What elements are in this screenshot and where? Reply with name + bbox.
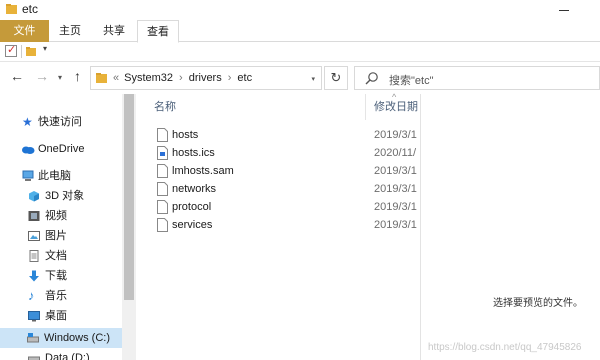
file-row-services[interactable]: services 2019/3/1 [136,216,420,234]
breadcrumb-overflow[interactable]: « [113,72,119,84]
file-row-lmhosts-sam[interactable]: lmhosts.sam 2019/3/1 [136,162,420,180]
window-title: etc [22,2,39,16]
file-row-hosts-ics[interactable]: hosts.ics 2020/11/ [136,144,420,162]
up-arrow-icon[interactable]: ↑ [74,68,81,84]
title-bar: etc [0,0,600,20]
ics-file-icon [157,146,168,160]
back-arrow-icon[interactable]: ← [10,68,24,84]
forward-arrow-icon[interactable]: → [35,68,49,84]
address-row: ← → ▾ ↑ « System32 › drivers › etc ▾ ↻ 搜索"etc… [0,62,600,94]
desktop-icon [28,311,40,322]
minimize-button[interactable] [552,0,576,20]
sidebar-item-music[interactable]: ♪ 音乐 [28,286,120,306]
sidebar-item-onedrive[interactable]: OneDrive [22,139,120,159]
sidebar-item-pictures[interactable]: 图片 [28,226,120,246]
recent-locations-dropdown-icon[interactable]: ▾ [58,73,62,82]
new-folder-icon[interactable] [26,46,36,57]
quick-access-toolbar: ▾ [0,42,600,62]
tab-view[interactable]: 查看 [137,20,179,43]
tab-home[interactable]: 主页 [49,20,91,42]
address-bar[interactable]: « System32 › drivers › etc ▾ [90,66,322,90]
sidebar-item-windows-c[interactable]: Windows (C:) [0,328,122,348]
search-box[interactable]: 搜索"etc" [354,66,600,90]
drive-icon [28,356,40,360]
sidebar-item-3d-objects[interactable]: 3D 对象 [28,186,120,206]
breadcrumb: « System32 › drivers › etc [113,72,252,84]
scrollbar-thumb[interactable] [124,94,134,300]
sidebar-item-quick-access[interactable]: ★ 快速访问 [22,112,120,132]
file-list: ^ 名称 修改日期 hosts 2019/3/1 hosts.ics 2020/… [136,92,420,360]
preview-pane: 选择要预览的文件。 [420,94,600,360]
breadcrumb-etc[interactable]: etc [237,72,252,84]
star-icon: ★ [22,115,33,129]
ribbon-tabs: 文件 主页 共享 查看 [0,20,600,43]
computer-icon [22,170,34,181]
chevron-right-icon[interactable]: › [179,72,183,84]
file-icon [157,128,168,142]
column-header-date[interactable]: 修改日期 [374,94,420,120]
tab-share[interactable]: 共享 [93,20,135,42]
cloud-icon [22,146,35,154]
sidebar-item-videos[interactable]: 视频 [28,206,120,226]
watermark: https://blog.csdn.net/qq_47945826 [428,342,582,353]
breadcrumb-system32[interactable]: System32 [124,72,173,84]
video-icon [28,211,40,221]
address-dropdown-icon[interactable]: ▾ [311,75,315,83]
preview-message: 选择要预览的文件。 [493,298,583,309]
sidebar-item-data-d[interactable]: Data (D:) [28,348,120,360]
music-icon: ♪ [28,288,35,303]
search-placeholder: 搜索"etc" [389,75,434,87]
properties-check-icon[interactable] [5,43,17,57]
file-icon [157,164,168,178]
sidebar-scrollbar[interactable] [122,94,136,360]
refresh-button[interactable]: ↻ [324,66,348,90]
file-row-protocol[interactable]: protocol 2019/3/1 [136,198,420,216]
file-icon [157,218,168,232]
download-icon [29,270,39,282]
navigation-pane: ★ 快速访问 OneDrive 此电脑 3D 对象 视频 图片 文档 下载 ♪ … [0,94,136,360]
tab-file[interactable]: 文件 [0,20,49,42]
search-icon [365,72,378,85]
sidebar-item-documents[interactable]: 文档 [28,246,120,266]
customize-dropdown-icon[interactable]: ▾ [43,44,47,53]
file-row-hosts[interactable]: hosts 2019/3/1 [136,126,420,144]
column-header-name[interactable]: 名称 [154,94,354,120]
drive-icon [27,333,39,343]
file-icon [157,182,168,196]
toolbar-divider [21,45,22,58]
3d-objects-icon [29,191,39,202]
folder-icon [6,4,17,14]
refresh-icon: ↻ [330,70,342,85]
pictures-icon [28,231,40,241]
sidebar-item-desktop[interactable]: 桌面 [28,306,120,326]
sidebar-item-this-pc[interactable]: 此电脑 [22,166,120,186]
documents-icon [29,250,39,262]
folder-icon [96,73,107,83]
chevron-right-icon[interactable]: › [228,72,232,84]
file-icon [157,200,168,214]
sidebar-item-downloads[interactable]: 下载 [28,266,120,286]
file-row-networks[interactable]: networks 2019/3/1 [136,180,420,198]
breadcrumb-drivers[interactable]: drivers [189,72,222,84]
column-divider[interactable] [365,94,366,120]
